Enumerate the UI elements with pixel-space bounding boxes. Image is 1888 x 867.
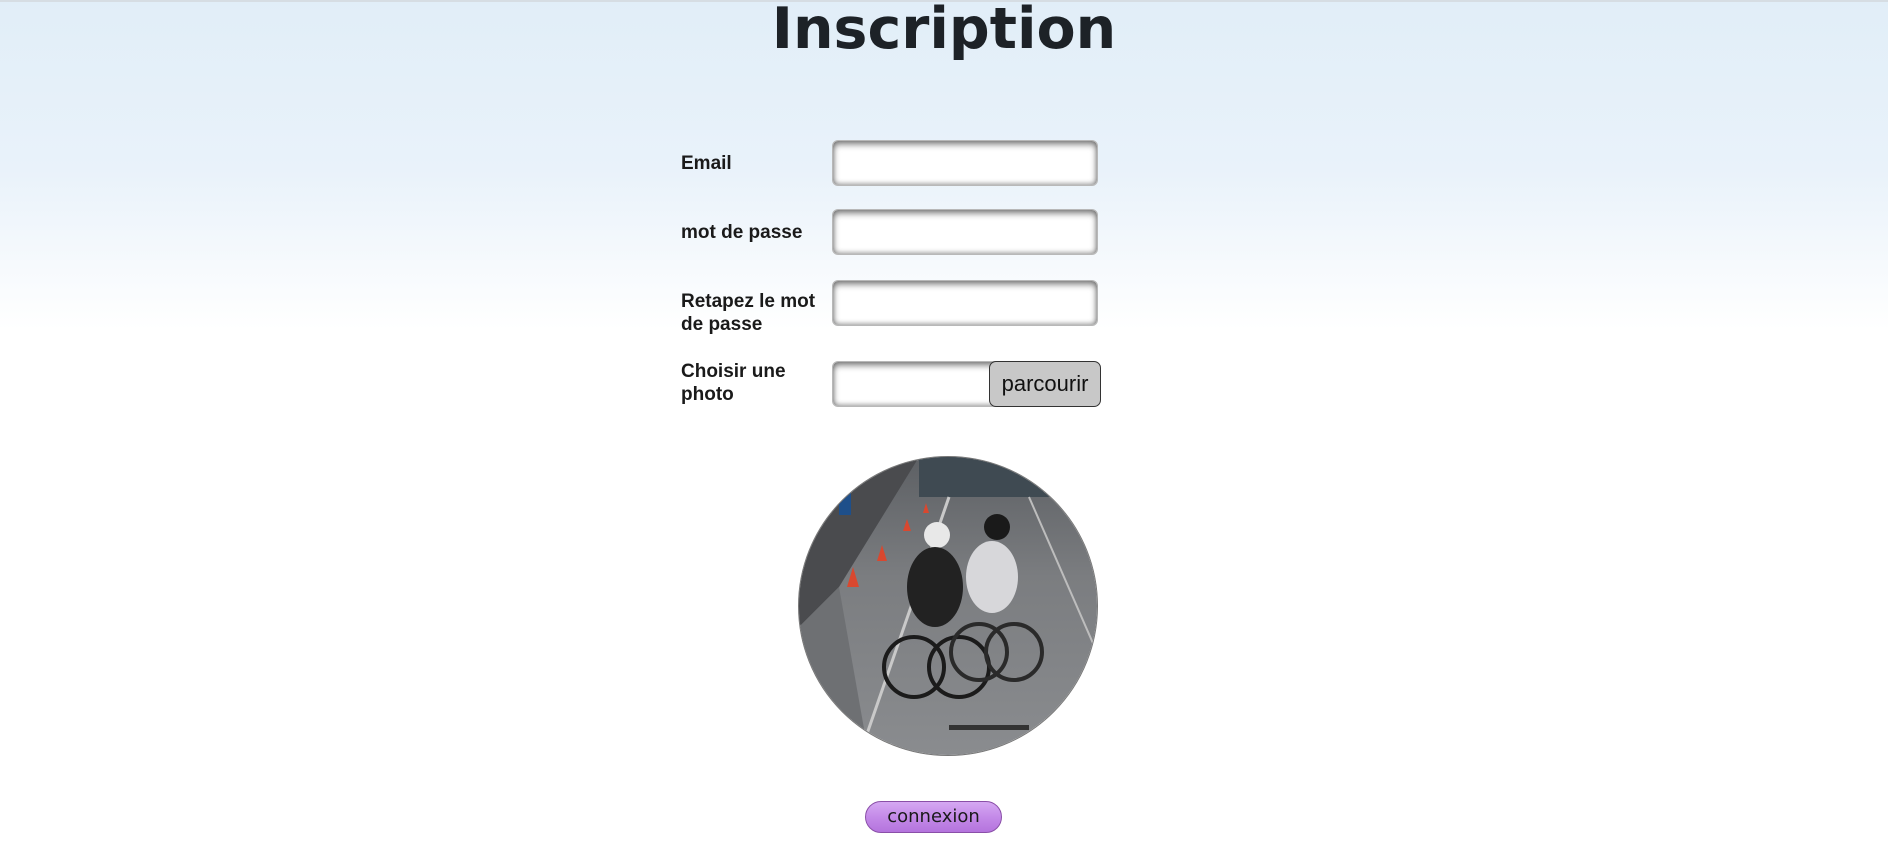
photo-label: Choisir une photo — [681, 361, 786, 405]
password-field[interactable] — [832, 209, 1098, 255]
photo-file-input[interactable]: parcourir — [832, 361, 1102, 407]
page-title: Inscription — [771, 0, 1117, 62]
email-label: Email — [681, 153, 732, 174]
browse-button[interactable]: parcourir — [989, 361, 1101, 407]
password-label: mot de passe — [681, 222, 803, 243]
password-confirm-label: Retapez le mot de passe — [681, 291, 816, 335]
connexion-button[interactable]: connexion — [865, 801, 1002, 833]
password-confirm-field[interactable] — [832, 280, 1098, 326]
email-field[interactable] — [832, 140, 1098, 186]
photo-preview-image — [799, 457, 1097, 755]
photo-preview — [798, 456, 1098, 756]
